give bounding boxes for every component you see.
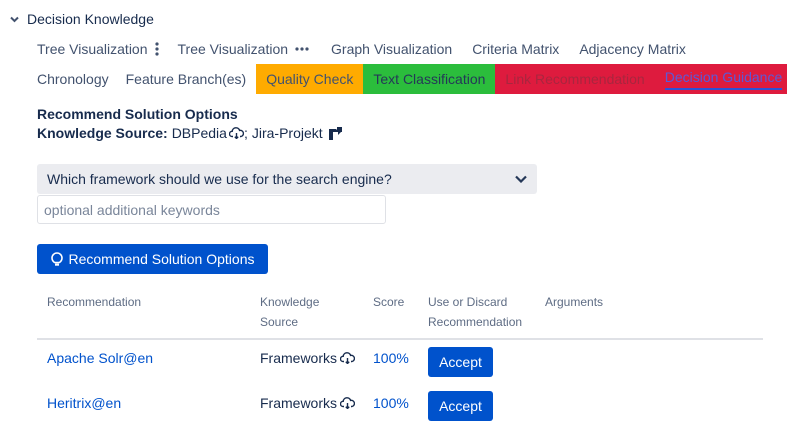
tab-label: Adjacency Matrix (579, 41, 686, 57)
tab-graph-visualization[interactable]: Graph Visualization (318, 34, 461, 64)
recommend-heading: Recommend Solution Options (37, 106, 238, 122)
recommendation-link[interactable]: Apache Solr@en (47, 348, 153, 368)
knowledge-source-label: Knowledge Source: (37, 125, 168, 141)
header-use-line1: Use or Discard (428, 295, 508, 309)
knowledge-source-jira: Jira-Projekt (251, 125, 323, 141)
tab-tree-visualization-indented[interactable]: Tree Visualization (28, 34, 168, 64)
cloud-icon (340, 352, 356, 364)
table-divider (37, 338, 763, 340)
header-use-or-discard: Use or Discard Recommendation (428, 292, 522, 332)
score-value: 100% (373, 395, 409, 411)
keywords-input[interactable] (37, 195, 386, 224)
score-value: 100% (373, 350, 409, 366)
tab-label: Chronology (37, 71, 109, 87)
knowledge-source-dbpedia: DBPedia (171, 125, 227, 141)
tab-link-recommendation[interactable]: Link Recommendation (495, 64, 655, 94)
recommend-solution-options-button[interactable]: Recommend Solution Options (37, 244, 268, 274)
source-label: Frameworks (260, 350, 338, 366)
header-score: Score (373, 295, 405, 309)
section-title: Decision Knowledge (27, 11, 154, 27)
header-recommendation: Recommendation (47, 295, 142, 309)
header-knowledge-source: Knowledge Source (260, 292, 319, 332)
tab-label: Tree Visualization (37, 41, 148, 57)
table-row-source: Frameworks (260, 393, 356, 413)
select-value: Which framework should we use for the se… (47, 171, 392, 187)
vertical-dots-icon (154, 42, 159, 56)
button-label: Recommend Solution Options (68, 251, 255, 267)
tab-label: Quality Check (266, 71, 354, 87)
accept-button[interactable]: Accept (428, 391, 493, 421)
tab-adjacency-matrix[interactable]: Adjacency Matrix (568, 34, 695, 64)
tab-label: Decision Guidance (664, 69, 783, 90)
tab-label: Tree Visualization (177, 41, 289, 57)
tab-label: Text Classification (373, 71, 486, 87)
tab-row-2: Chronology Feature Branch(es) Quality Ch… (28, 64, 787, 94)
header-arguments: Arguments (545, 295, 604, 309)
cloud-icon (228, 127, 244, 139)
knowledge-source-separator: ; (243, 125, 248, 141)
tab-label: Feature Branch(es) (125, 71, 247, 87)
knowledge-source-line: Knowledge Source: DBPedia ; Jira-Projekt (37, 125, 343, 141)
tab-label: Criteria Matrix (472, 41, 560, 57)
jira-icon (328, 126, 343, 141)
cloud-icon (340, 397, 356, 409)
recommendation-link[interactable]: Heritrix@en (47, 393, 121, 413)
lightbulb-icon (50, 251, 63, 267)
tab-tree-visualization-flat[interactable]: Tree Visualization (168, 34, 319, 64)
tab-text-classification[interactable]: Text Classification (363, 64, 496, 94)
tab-row-1: Tree Visualization Tree Visualization Gr… (28, 34, 695, 64)
header-use-line2: Recommendation (428, 315, 523, 329)
header-knowledge-line1: Knowledge (260, 295, 320, 309)
horizontal-dots-icon (295, 47, 309, 51)
tab-chronology[interactable]: Chronology (28, 64, 118, 94)
tab-decision-guidance[interactable]: Decision Guidance (654, 64, 787, 94)
accept-button[interactable]: Accept (428, 347, 493, 377)
section-header[interactable]: Decision Knowledge (8, 9, 154, 29)
tab-criteria-matrix[interactable]: Criteria Matrix (461, 34, 568, 64)
decision-problem-select[interactable]: Which framework should we use for the se… (37, 164, 537, 194)
source-label: Frameworks (260, 395, 338, 411)
tab-feature-branches[interactable]: Feature Branch(es) (118, 64, 257, 94)
chevron-down-icon[interactable] (8, 13, 21, 26)
tab-label: Link Recommendation (505, 71, 645, 87)
header-knowledge-line2: Source (260, 315, 299, 329)
table-row-source: Frameworks (260, 348, 356, 368)
tab-quality-check[interactable]: Quality Check (256, 64, 364, 94)
tab-label: Graph Visualization (331, 41, 453, 57)
chevron-down-icon (515, 175, 527, 183)
